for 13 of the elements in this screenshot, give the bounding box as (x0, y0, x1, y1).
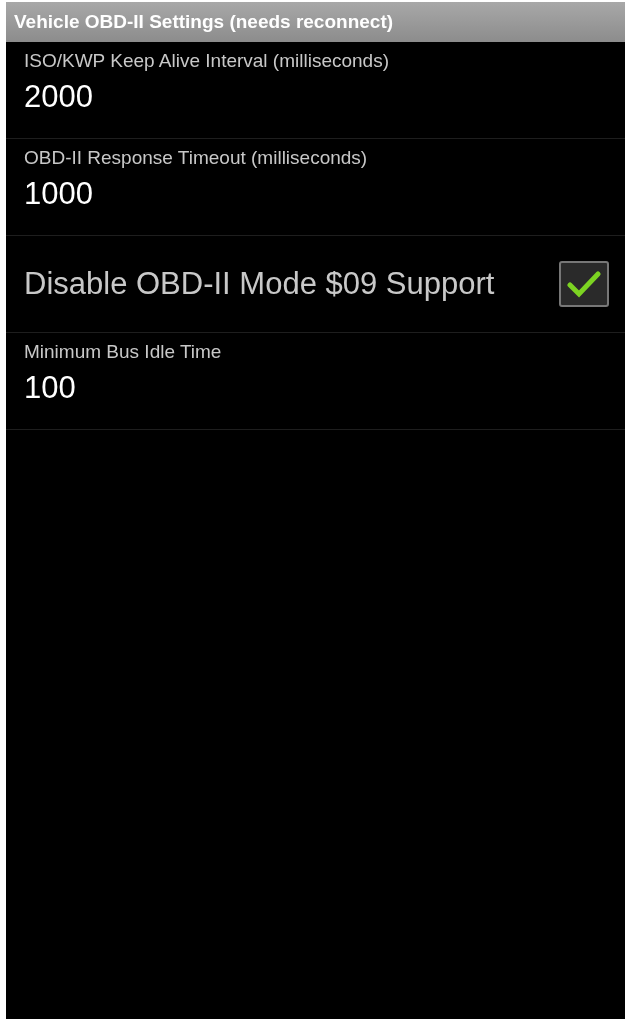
window-title: Vehicle OBD-II Settings (needs reconnect) (6, 2, 625, 42)
setting-value: 1000 (24, 175, 94, 213)
check-icon (567, 270, 601, 298)
setting-label: ISO/KWP Keep Alive Interval (milliseconds) (24, 49, 390, 73)
setting-label: Minimum Bus Idle Time (24, 340, 223, 364)
checkbox[interactable] (559, 261, 609, 307)
setting-item[interactable]: Minimum Bus Idle Time 100 (6, 333, 625, 429)
setting-value: 2000 (24, 78, 94, 116)
setting-label: Disable OBD-II Mode $09 Support (24, 266, 495, 302)
setting-label: OBD-II Response Timeout (milliseconds) (24, 146, 369, 170)
setting-value: 100 (24, 369, 77, 407)
setting-item[interactable]: ISO/KWP Keep Alive Interval (milliseconds) 2000 (6, 42, 625, 138)
setting-item[interactable]: OBD-II Response Timeout (milliseconds) 1000 (6, 139, 625, 235)
